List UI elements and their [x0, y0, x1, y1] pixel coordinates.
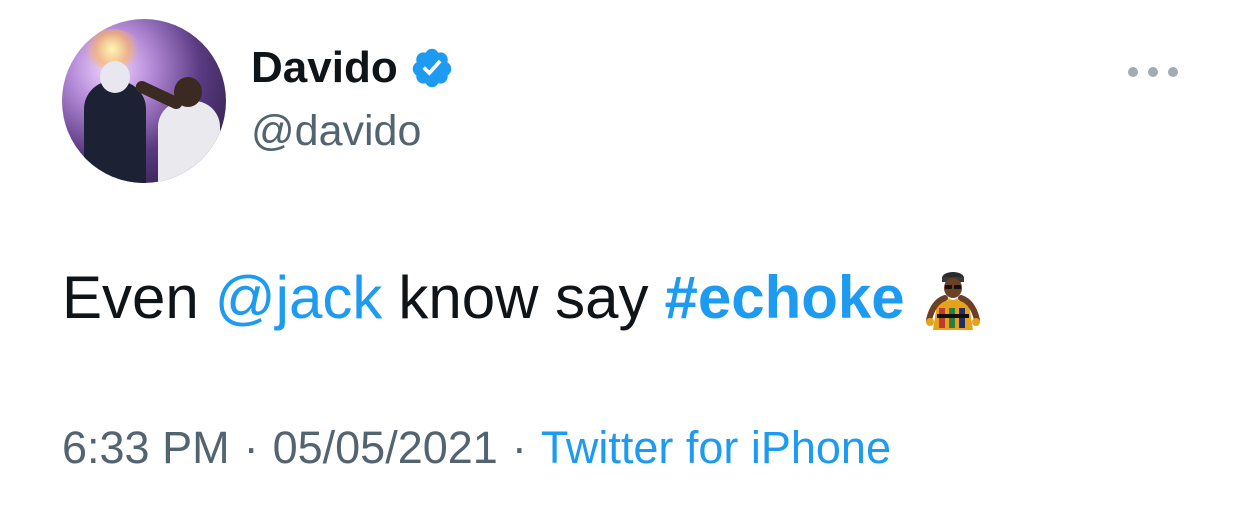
display-name[interactable]: Davido — [251, 46, 398, 90]
verified-badge-icon — [412, 48, 451, 88]
more-dot-icon — [1168, 67, 1178, 77]
more-options-icon[interactable] — [1128, 62, 1178, 82]
tweet-text-middle: know say — [398, 264, 649, 331]
echoke-hashflag-icon — [925, 272, 980, 330]
tweet-card: Davido @davido Even @jack know say #echo… — [0, 0, 1242, 506]
avatar-figure-left-head — [100, 61, 130, 93]
tweet-meta: 6:33 PM · 05/05/2021 · Twitter for iPhon… — [62, 422, 891, 474]
avatar-figure-left — [84, 81, 146, 183]
tweet-date[interactable]: 05/05/2021 — [273, 422, 498, 474]
hashtag-link[interactable]: #echoke — [664, 265, 904, 331]
more-dot-icon — [1128, 67, 1138, 77]
meta-separator: · — [511, 422, 527, 473]
mention-link[interactable]: @jack — [215, 265, 383, 331]
tweet-time[interactable]: 6:33 PM — [62, 422, 230, 474]
tweet-text: Even @jack know say #echoke — [62, 262, 989, 334]
tweet-text-start: Even — [62, 264, 199, 331]
meta-separator: · — [243, 422, 259, 473]
more-dot-icon — [1148, 67, 1158, 77]
user-handle[interactable]: @davido — [251, 107, 421, 155]
avatar-figure-right — [158, 101, 220, 183]
avatar[interactable] — [62, 19, 226, 183]
author-name-row: Davido — [251, 46, 454, 90]
tweet-source-link[interactable]: Twitter for iPhone — [541, 422, 891, 474]
